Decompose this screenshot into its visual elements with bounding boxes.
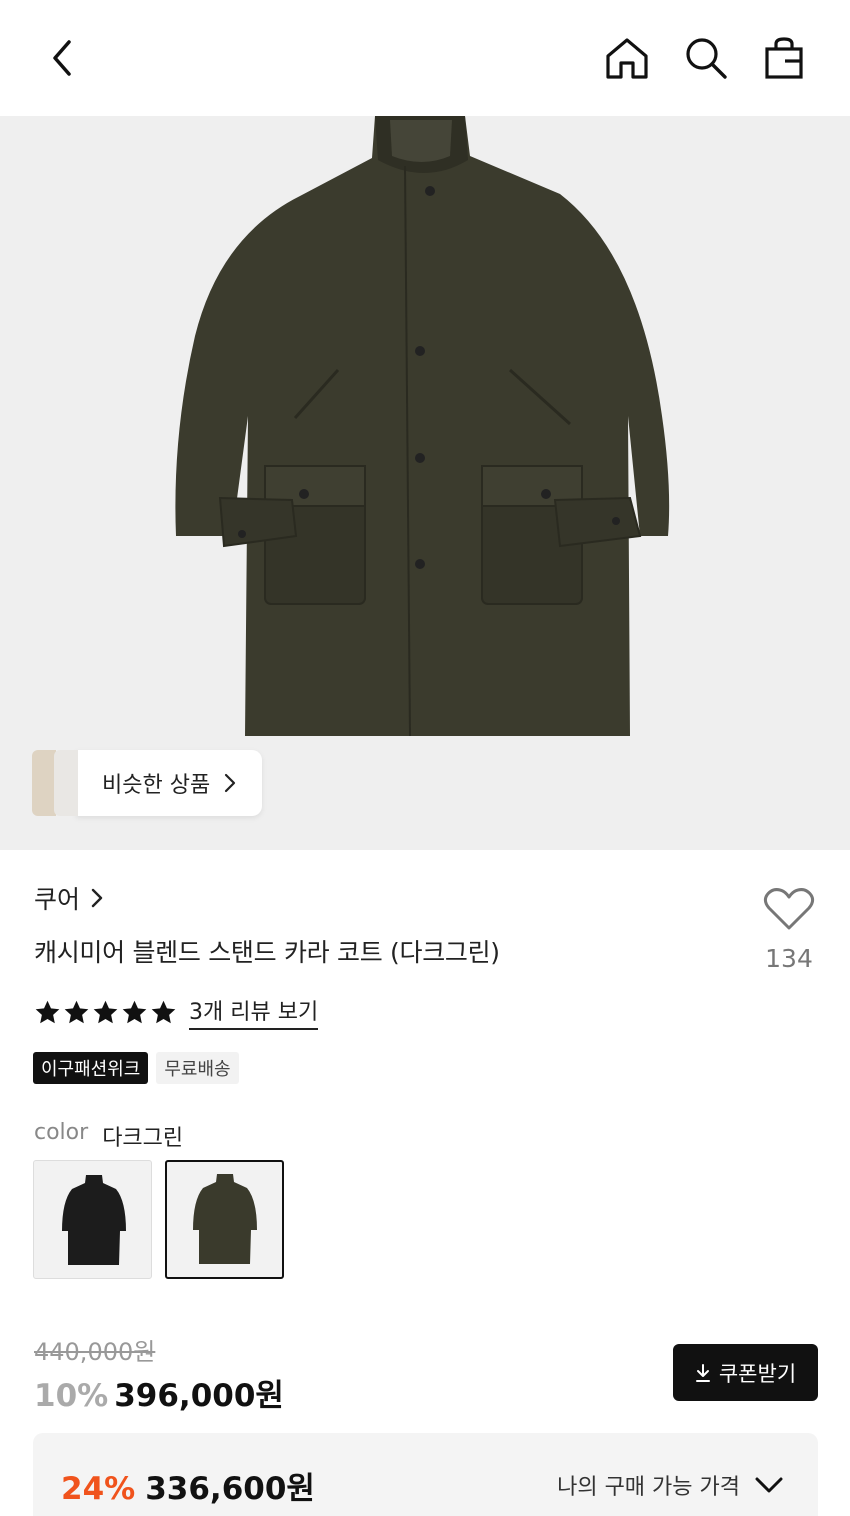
- color-swatches: [33, 1160, 284, 1279]
- swatch-dark-green[interactable]: [165, 1160, 284, 1279]
- coat-thumb-green: [193, 1174, 257, 1264]
- similar-products-button[interactable]: 비슷한 상품: [32, 750, 263, 816]
- chevron-right-icon: [225, 773, 236, 793]
- like-count: 134: [765, 944, 813, 973]
- original-price: 440,000원: [34, 1338, 156, 1366]
- similar-label: 비슷한 상품: [102, 773, 211, 798]
- heart-icon: [763, 888, 815, 930]
- chevron-left-icon[interactable]: [38, 34, 86, 82]
- similar-thumb: [54, 750, 78, 816]
- like-button[interactable]: 134: [760, 886, 818, 973]
- review-link[interactable]: 3개 리뷰 보기: [189, 994, 319, 1030]
- star-icon: [35, 1000, 60, 1023]
- star-icon: [64, 1000, 89, 1023]
- home-icon[interactable]: [603, 34, 651, 82]
- sale-price: 10% 396,000원: [34, 1370, 284, 1415]
- star-icon: [151, 1000, 176, 1023]
- brand-name: 쿠어: [34, 885, 81, 914]
- best-price: 24% 336,600원: [61, 1463, 315, 1508]
- coupon-button[interactable]: 쿠폰받기: [673, 1344, 818, 1401]
- similar-pill: 비슷한 상품: [76, 750, 263, 816]
- download-icon: [695, 1363, 710, 1382]
- best-price-label: 나의 구매 가능 가격: [557, 1475, 740, 1500]
- badges: 이구패션위크 무료배송: [33, 1052, 239, 1084]
- chevron-down-icon: [755, 1477, 783, 1493]
- top-bar: [0, 0, 850, 116]
- brand-link[interactable]: 쿠어: [34, 880, 104, 916]
- similar-thumbnails: [32, 750, 78, 816]
- sale-amount: 396,000원: [114, 1378, 284, 1414]
- product-image[interactable]: 비슷한 상품: [0, 116, 850, 850]
- shopping-bag-icon[interactable]: [760, 34, 808, 82]
- color-row: color 다크그린: [34, 1120, 183, 1152]
- event-badge: 이구패션위크: [33, 1052, 149, 1084]
- color-label: color: [34, 1120, 89, 1145]
- rating-stars: [34, 999, 177, 1026]
- color-value: 다크그린: [102, 1126, 184, 1151]
- coat-illustration: [175, 116, 670, 737]
- discount-percent: 10%: [34, 1378, 109, 1414]
- star-icon: [93, 1000, 118, 1023]
- star-icon: [122, 1000, 147, 1023]
- best-price-panel[interactable]: 24% 336,600원 나의 구매 가능 가격: [33, 1433, 818, 1516]
- best-amount: 336,600원: [145, 1471, 315, 1507]
- chevron-right-icon: [91, 888, 103, 908]
- swatch-black[interactable]: [33, 1160, 152, 1279]
- product-title: 캐시미어 블렌드 스탠드 카라 코트 (다크그린): [34, 938, 500, 967]
- best-discount-percent: 24%: [61, 1471, 136, 1507]
- search-icon[interactable]: [682, 34, 730, 82]
- coat-thumb-black: [62, 1175, 126, 1265]
- best-price-toggle[interactable]: 나의 구매 가능 가격: [557, 1469, 784, 1501]
- free-shipping-badge: 무료배송: [156, 1052, 239, 1084]
- coupon-label: 쿠폰받기: [718, 1361, 797, 1386]
- rating-row: 3개 리뷰 보기: [34, 994, 319, 1030]
- similar-thumb: [32, 750, 56, 816]
